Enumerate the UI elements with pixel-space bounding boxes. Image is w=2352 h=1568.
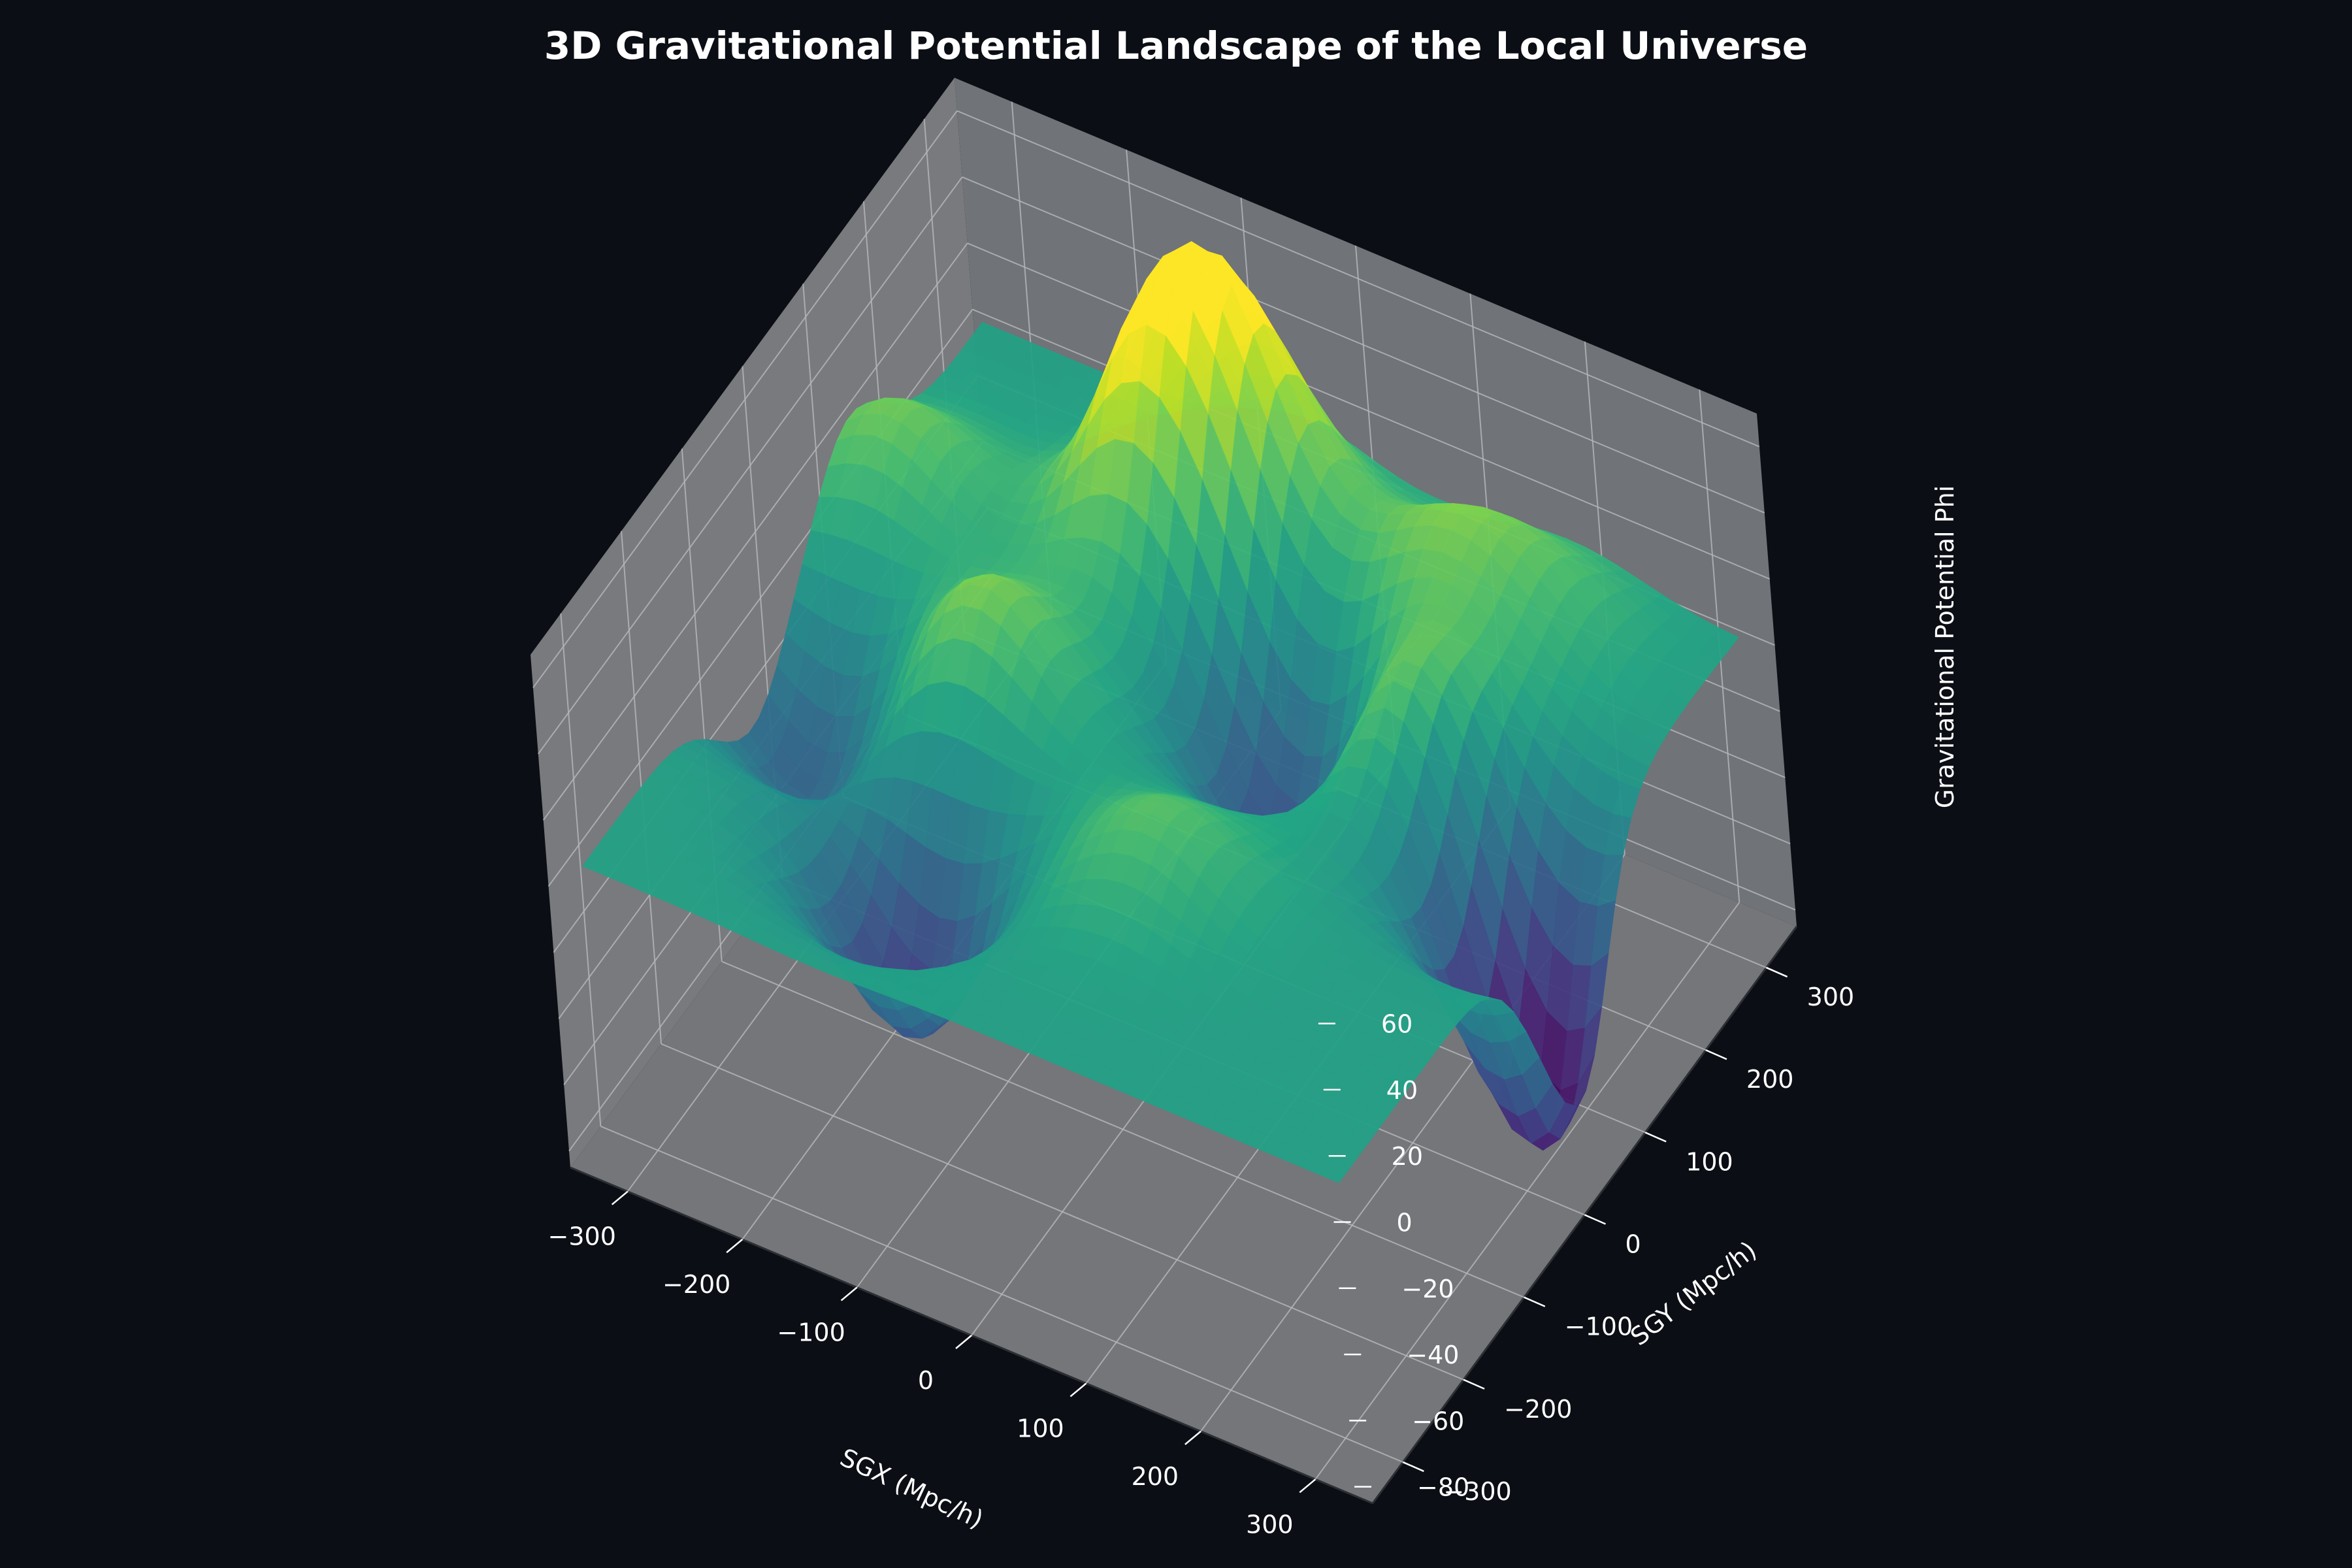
z-tick-label: −80 <box>1417 1473 1469 1502</box>
z-tick-label: −60 <box>1412 1407 1464 1435</box>
y-tick-label: 0 <box>1625 1230 1641 1259</box>
x-tick-label: −300 <box>548 1222 616 1251</box>
y-tick-label: 200 <box>1746 1065 1794 1094</box>
z-tick-label: 0 <box>1397 1209 1413 1237</box>
x-tick-label: 300 <box>1246 1510 1294 1539</box>
y-tick-label: −100 <box>1565 1313 1633 1341</box>
y-tick-label: 100 <box>1686 1147 1733 1176</box>
x-tick-label: 0 <box>918 1366 934 1395</box>
x-tick-label: −200 <box>662 1270 730 1299</box>
z-tick-label: −20 <box>1401 1275 1454 1303</box>
z-tick-label: 40 <box>1386 1076 1418 1105</box>
x-tick-label: 200 <box>1132 1462 1179 1491</box>
z-tick-label: −40 <box>1407 1341 1459 1369</box>
x-tick-label: −100 <box>777 1318 845 1347</box>
x-tick-label: 100 <box>1017 1414 1064 1443</box>
chart: 3D Gravitational Potential Landscape of … <box>0 0 2352 1568</box>
z-axis-label: Gravitational Potential Phi <box>1931 485 1959 808</box>
y-tick-label: 300 <box>1807 983 1855 1011</box>
y-tick-label: −200 <box>1504 1395 1572 1424</box>
z-tick-label: 20 <box>1392 1142 1423 1171</box>
chart-title: 3D Gravitational Potential Landscape of … <box>544 24 1808 68</box>
z-tick-label: 60 <box>1381 1010 1413 1039</box>
